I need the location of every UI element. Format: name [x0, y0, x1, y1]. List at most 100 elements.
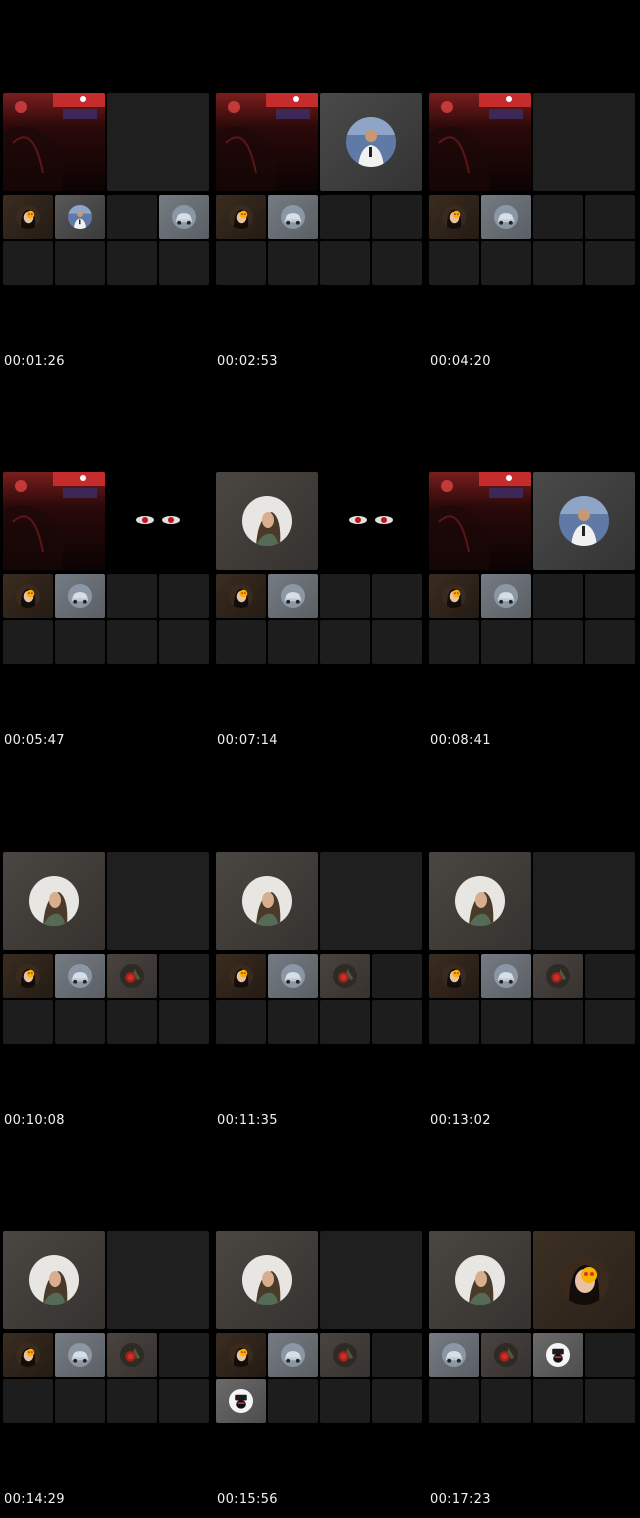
empty-tile — [3, 241, 53, 285]
empty-tile — [533, 574, 583, 618]
empty-tile — [585, 1379, 635, 1423]
empty-tile — [533, 852, 635, 950]
rose-avatar-icon — [546, 964, 570, 988]
concert-video-tile — [3, 472, 105, 570]
rose-participant-tile — [107, 954, 157, 998]
timestamp-label: 00:07:14 — [217, 733, 278, 748]
man-avatar-icon — [346, 117, 396, 167]
call-grid — [3, 1231, 211, 1425]
empty-tile — [585, 1000, 635, 1044]
empty-tile — [429, 1000, 479, 1044]
video-thumbnail: 00:05:47 — [3, 472, 211, 748]
empty-tile — [216, 1000, 266, 1044]
empty-tile — [585, 1333, 635, 1377]
empty-tile — [159, 954, 209, 998]
timestamp-label: 00:14:29 — [4, 1492, 65, 1507]
woman-selfie-avatar-icon — [242, 876, 292, 926]
empty-tile — [107, 1000, 157, 1044]
empty-tile — [55, 1379, 105, 1423]
white-mask-participant-tile — [216, 1379, 266, 1423]
empty-tile — [585, 241, 635, 285]
video-thumbnail: 00:13:02 — [429, 852, 637, 1128]
woman-emoji-participant-tile — [3, 195, 53, 239]
concert-video-tile — [429, 472, 531, 570]
car-avatar-icon — [494, 584, 518, 608]
car-avatar-icon — [68, 1343, 92, 1367]
empty-tile — [55, 620, 105, 664]
empty-tile — [481, 1000, 531, 1044]
woman-selfie-avatar-icon — [242, 1255, 292, 1305]
empty-tile — [159, 574, 209, 618]
empty-tile — [268, 241, 318, 285]
empty-tile — [159, 620, 209, 664]
man-white-shirt-video-tile — [533, 472, 635, 570]
concert-video-tile — [429, 93, 531, 191]
timestamp-label: 00:01:26 — [4, 354, 65, 369]
video-thumbnail: 00:04:20 — [429, 93, 637, 369]
empty-tile — [55, 241, 105, 285]
empty-tile — [481, 620, 531, 664]
empty-tile — [481, 1379, 531, 1423]
empty-tile — [320, 195, 370, 239]
call-grid — [216, 1231, 424, 1425]
empty-tile — [107, 241, 157, 285]
video-thumbnail: 00:01:26 — [3, 93, 211, 369]
empty-tile — [372, 1333, 422, 1377]
rose-avatar-icon — [120, 964, 144, 988]
empty-tile — [585, 954, 635, 998]
empty-tile — [3, 1000, 53, 1044]
car-participant-tile — [55, 954, 105, 998]
woman-selfie-avatar-icon — [455, 1255, 505, 1305]
red-eyes-tile — [107, 472, 209, 570]
car-participant-tile — [268, 195, 318, 239]
rose-participant-tile — [320, 954, 370, 998]
call-grid — [216, 852, 424, 1046]
man-avatar-icon — [559, 496, 609, 546]
empty-tile — [268, 620, 318, 664]
woman-selfie-avatar-icon — [455, 876, 505, 926]
video-thumbnail: 00:10:08 — [3, 852, 211, 1128]
car-avatar-icon — [281, 205, 305, 229]
timestamp-label: 00:02:53 — [217, 354, 278, 369]
empty-tile — [107, 574, 157, 618]
woman-selfie-avatar-icon — [29, 1255, 79, 1305]
rose-participant-tile — [320, 1333, 370, 1377]
call-grid — [216, 472, 424, 666]
empty-tile — [107, 195, 157, 239]
woman-emoji-participant-tile — [429, 195, 479, 239]
woman-emoji-participant-tile — [216, 1333, 266, 1377]
empty-tile — [372, 620, 422, 664]
empty-tile — [3, 1379, 53, 1423]
woman-emoji-participant-tile — [216, 574, 266, 618]
empty-tile — [533, 1379, 583, 1423]
mask-avatar-icon — [546, 1343, 570, 1367]
woman-emoji-video-tile — [533, 1231, 635, 1329]
empty-tile — [320, 574, 370, 618]
empty-tile — [320, 241, 370, 285]
timestamp-label: 00:13:02 — [430, 1113, 491, 1128]
woman-selfie-avatar-icon — [29, 876, 79, 926]
empty-tile — [533, 1000, 583, 1044]
empty-tile — [107, 852, 209, 950]
rose-avatar-icon — [333, 1343, 357, 1367]
video-thumbnail: 00:15:56 — [216, 1231, 424, 1507]
empty-tile — [372, 1379, 422, 1423]
empty-tile — [216, 241, 266, 285]
woman-emoji-avatar-icon — [16, 584, 40, 608]
call-grid — [216, 93, 424, 287]
empty-tile — [585, 620, 635, 664]
empty-tile — [372, 574, 422, 618]
woman-selfie-video-tile — [216, 472, 318, 570]
car-avatar-icon — [494, 964, 518, 988]
timestamp-label: 00:15:56 — [217, 1492, 278, 1507]
empty-tile — [585, 195, 635, 239]
timestamp-label: 00:17:23 — [430, 1492, 491, 1507]
rose-participant-tile — [533, 954, 583, 998]
empty-tile — [159, 1379, 209, 1423]
video-thumbnail: 00:02:53 — [216, 93, 424, 369]
video-thumbnail: 00:14:29 — [3, 1231, 211, 1507]
empty-tile — [320, 1000, 370, 1044]
timestamp-label: 00:05:47 — [4, 733, 65, 748]
video-thumbnail: 00:07:14 — [216, 472, 424, 748]
call-grid — [3, 93, 211, 287]
